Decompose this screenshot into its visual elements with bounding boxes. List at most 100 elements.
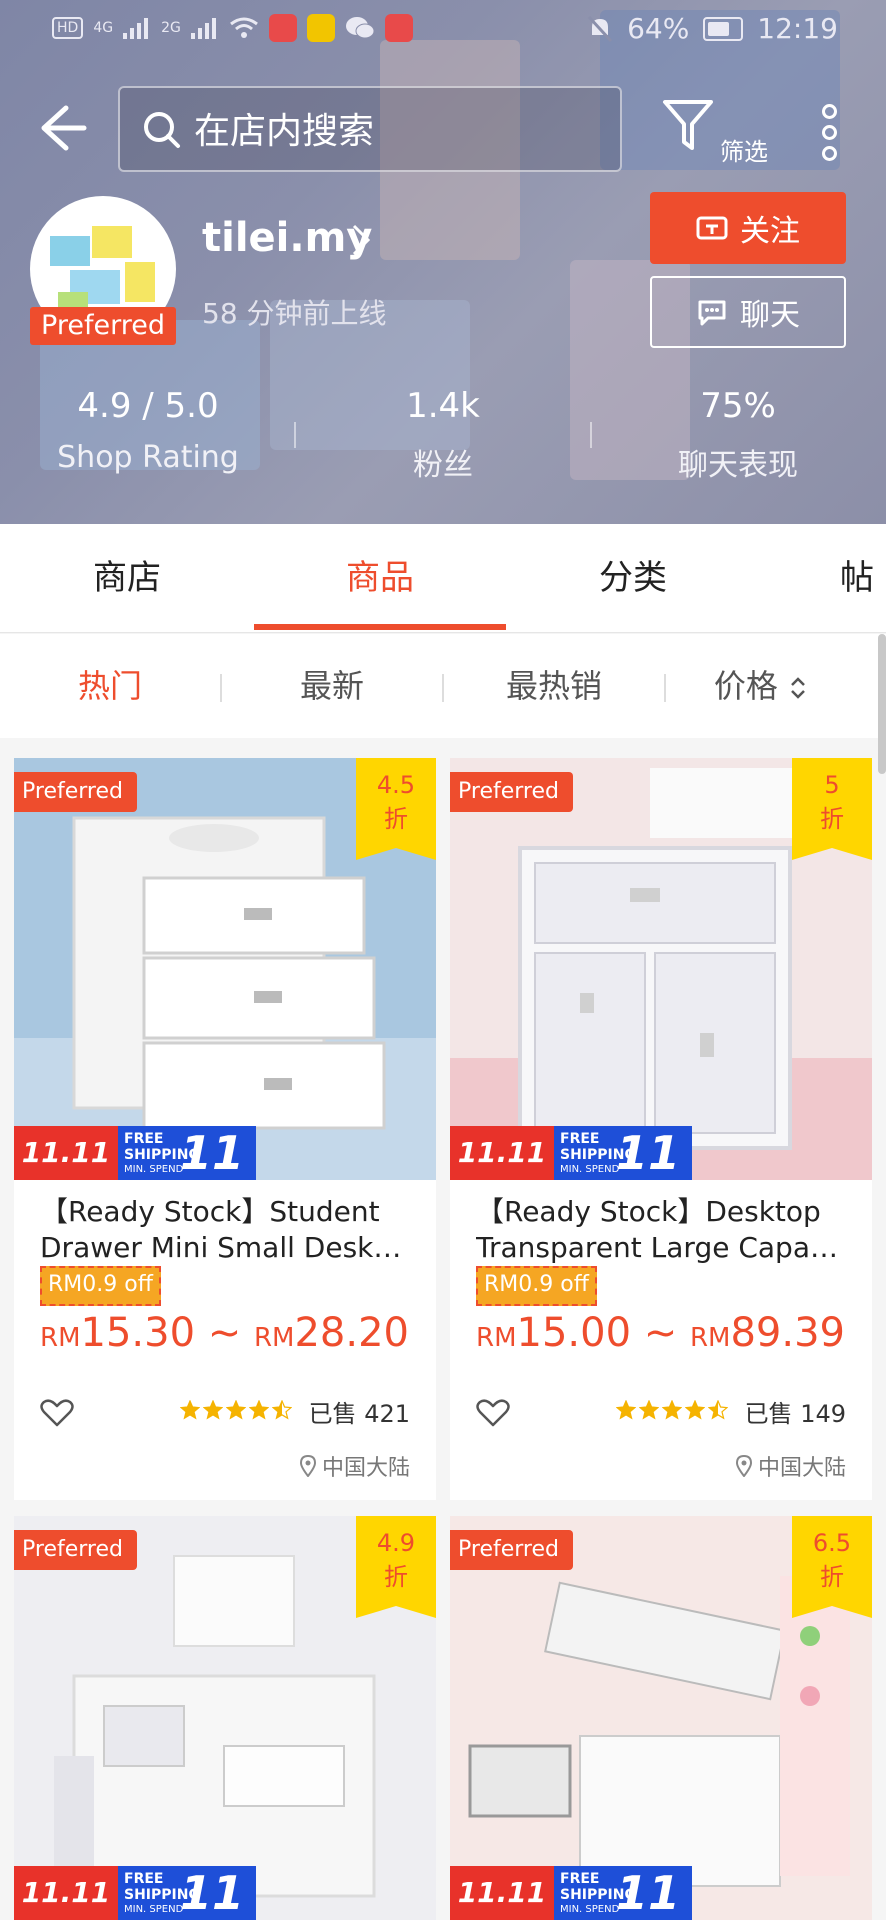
promo-1111-label: 11.11: [450, 1126, 554, 1180]
min-spend-text: MIN. SPEND: [124, 1164, 184, 1175]
min-spend-text: MIN. SPEND: [560, 1904, 620, 1915]
stat-value: 4.9 / 5.0: [77, 386, 219, 426]
price-separator: ~: [207, 1310, 242, 1356]
network-4g-label: 4G: [93, 20, 114, 36]
stat-value: 1.4k: [406, 386, 480, 426]
discount-unit: 折: [820, 805, 844, 833]
discount-value: 5: [824, 771, 840, 799]
stat-chat-performance: 75% 聊天表现: [590, 386, 886, 484]
price-low: 15.00: [516, 1310, 632, 1356]
discount-value: 4.5: [376, 771, 416, 799]
currency: RM: [253, 1323, 295, 1353]
shop-tabs: 商店 商品 分类 帖: [0, 524, 886, 633]
preferred-badge: Preferred: [450, 1530, 573, 1570]
free-shipping-label: FREE SHIPPING MIN. SPEND 11: [554, 1126, 692, 1180]
hd-indicator: HD: [52, 17, 84, 39]
scrollbar[interactable]: [878, 634, 886, 774]
clock: 12:19: [757, 12, 838, 45]
product-card[interactable]: Preferred 4.9 折 11.11 FREE SHIPPING MIN.…: [14, 1516, 436, 1920]
heart-icon[interactable]: [40, 1398, 74, 1428]
product-card[interactable]: Preferred 6.5 折 11.11 FREE SHIPPING MIN.…: [450, 1516, 872, 1920]
min-spend-amount: 11: [615, 1866, 680, 1920]
promo-banner: 11.11 FREE SHIPPING MIN. SPEND 11: [14, 1866, 436, 1920]
sort-popular[interactable]: 热门: [0, 634, 220, 738]
shop-name[interactable]: tilei.my: [202, 215, 372, 261]
sort-latest[interactable]: 最新: [222, 634, 442, 738]
free-shipping-label: FREE SHIPPING MIN. SPEND 11: [118, 1126, 256, 1180]
tab-products[interactable]: 商品: [254, 524, 506, 632]
follow-button[interactable]: 关注: [650, 192, 846, 264]
sort-price[interactable]: 价格: [666, 634, 856, 738]
min-spend-amount: 11: [179, 1866, 244, 1920]
product-card[interactable]: Preferred 5 折 11.11 FREE SHIPPING MIN. S…: [450, 758, 872, 1500]
promo-banner: 11.11 FREE SHIPPING MIN. SPEND 11: [14, 1126, 436, 1180]
discount-badge: 6.5 折: [792, 1516, 872, 1618]
more-options-icon[interactable]: [816, 104, 842, 161]
product-image[interactable]: Preferred 6.5 折 11.11 FREE SHIPPING MIN.…: [450, 1516, 872, 1920]
rating-stars: [616, 1400, 728, 1420]
product-title-line: 【Ready Stock】Desktop: [476, 1195, 821, 1228]
product-image[interactable]: Preferred 5 折 11.11 FREE SHIPPING MIN. S…: [450, 758, 872, 1180]
free-shipping-label: FREE SHIPPING MIN. SPEND 11: [118, 1866, 256, 1920]
search-input[interactable]: [192, 102, 596, 160]
ship-location: 中国大陆: [735, 1450, 846, 1482]
star-icon: [616, 1400, 636, 1420]
location-text: 中国大陆: [757, 1456, 846, 1481]
wifi-icon: [229, 17, 258, 38]
star-icon: [180, 1400, 200, 1420]
filter-label: 筛选: [720, 138, 768, 166]
discount-badge: 4.9 折: [356, 1516, 436, 1618]
promo-1111-label: 11.11: [14, 1866, 118, 1920]
currency: RM: [40, 1323, 81, 1353]
discount-badge: 4.5 折: [356, 758, 436, 860]
shop-header: HD 4G 2G 64% 12:19 筛选: [0, 0, 886, 524]
star-icon: [708, 1400, 728, 1420]
filter-funnel-icon: [663, 100, 713, 150]
heart-icon[interactable]: [476, 1398, 510, 1428]
free-shipping-label: FREE SHIPPING MIN. SPEND 11: [554, 1866, 692, 1920]
sort-bar: 热门 最新 最热销 价格: [0, 634, 886, 738]
ship-location: 中国大陆: [299, 1450, 410, 1482]
follow-ticket-icon: [696, 216, 728, 240]
chat-label: 聊天: [740, 298, 800, 333]
stat-label: 聊天表现: [678, 448, 798, 483]
chat-bubble-icon: [698, 300, 726, 326]
product-title[interactable]: 【Ready Stock】Desktop Transparent Large C…: [476, 1194, 846, 1266]
wechat-icon: [345, 17, 375, 39]
preferred-badge: Preferred: [14, 1530, 137, 1570]
discount-value: 4.9: [376, 1529, 416, 1557]
sort-updown-icon: [791, 677, 805, 699]
star-icon: [272, 1400, 292, 1420]
product-image[interactable]: Preferred 4.5 折 11.11 FREE SHIPPING MIN.…: [14, 758, 436, 1180]
price-range: RM15.00 ~ RM89.39: [476, 1310, 845, 1356]
product-title[interactable]: 【Ready Stock】Student Drawer Mini Small D…: [40, 1194, 410, 1266]
online-status: 58 分钟前上线: [202, 297, 387, 330]
tab-categories[interactable]: 分类: [506, 524, 760, 632]
chevron-right-icon[interactable]: [350, 222, 372, 258]
product-image[interactable]: Preferred 4.9 折 11.11 FREE SHIPPING MIN.…: [14, 1516, 436, 1920]
sold-count: 已售 421: [308, 1400, 410, 1428]
free-text: FREE: [124, 1871, 164, 1887]
active-tab-indicator: [254, 624, 506, 630]
free-text: FREE: [560, 1131, 600, 1147]
stat-label: Shop Rating: [57, 440, 239, 475]
star-icon: [685, 1400, 705, 1420]
product-card[interactable]: Preferred 4.5 折 11.11 FREE SHIPPING MIN.…: [14, 758, 436, 1500]
promo-banner: 11.11 FREE SHIPPING MIN. SPEND 11: [450, 1866, 872, 1920]
sort-top-sales[interactable]: 最热销: [444, 634, 664, 738]
search-icon: [144, 112, 180, 148]
back-arrow-icon[interactable]: [30, 98, 90, 158]
mail-notification-icon: [306, 14, 335, 42]
discount-unit: 折: [384, 805, 408, 833]
stat-followers: 1.4k 粉丝: [295, 386, 591, 484]
tab-shop[interactable]: 商店: [0, 524, 254, 632]
preferred-badge: Preferred: [14, 772, 137, 812]
voucher-tag: RM0.9 off: [40, 1266, 161, 1306]
filter-button[interactable]: 筛选: [662, 98, 772, 168]
product-title-line: 【Ready Stock】Student: [40, 1195, 380, 1228]
location-pin-icon: [299, 1455, 316, 1477]
chat-button[interactable]: 聊天: [650, 276, 846, 348]
tab-posts[interactable]: 帖: [840, 524, 886, 632]
shop-search-bar[interactable]: [118, 86, 622, 172]
min-spend-amount: 11: [179, 1126, 244, 1180]
